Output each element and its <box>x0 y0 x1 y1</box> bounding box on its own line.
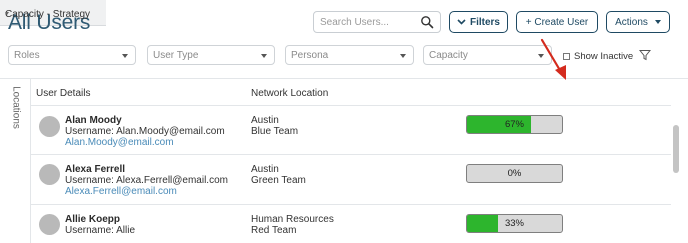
user-email-link[interactable]: Alan.Moody@email.com <box>65 137 174 148</box>
capacity-bar-percent: 67% <box>504 119 524 130</box>
avatar <box>39 164 60 185</box>
avatar <box>39 214 60 235</box>
network-team: Blue Team <box>251 126 299 137</box>
column-header-capacity-label: Capacity - Strategy <box>5 9 91 20</box>
persona-dropdown-label: Persona <box>291 50 329 61</box>
user-username: Username: Alexa.Ferrell@email.com <box>65 175 228 186</box>
user-name[interactable]: Allie Koepp <box>65 214 120 225</box>
filters-button[interactable]: Filters <box>449 11 508 33</box>
locations-tab-label: Locations <box>10 86 22 129</box>
user-username: Username: Alan.Moody@email.com <box>65 126 225 137</box>
locations-tab[interactable]: Locations <box>9 85 23 133</box>
user-email-link[interactable]: Alexa.Ferrell@email.com <box>65 186 177 197</box>
caret-down-icon <box>261 54 267 58</box>
network-location: Austin <box>251 115 279 126</box>
create-user-button[interactable]: + Create User <box>516 11 598 33</box>
avatar <box>39 116 60 137</box>
roles-dropdown[interactable]: Roles <box>8 45 136 65</box>
header-divider <box>0 78 688 79</box>
user-type-dropdown-label: User Type <box>153 50 199 61</box>
search-icon[interactable] <box>420 15 434 29</box>
caret-down-icon <box>654 20 661 24</box>
user-username: Username: Allie <box>65 225 136 236</box>
user-name[interactable]: Alan Moody <box>65 115 122 126</box>
network-team: Red Team <box>251 225 297 236</box>
actions-button-label: Actions <box>615 16 648 28</box>
persona-dropdown[interactable]: Persona <box>285 45 414 65</box>
capacity-bar-percent: 0% <box>507 168 522 179</box>
filter-icon[interactable] <box>639 49 651 61</box>
capacity-dropdown[interactable]: Capacity <box>423 45 552 65</box>
filters-button-label: Filters <box>469 16 500 28</box>
user-type-dropdown[interactable]: User Type <box>147 45 275 65</box>
actions-button[interactable]: Actions <box>606 11 670 33</box>
search-box[interactable] <box>313 11 441 33</box>
network-location: Austin <box>251 164 279 175</box>
scrollbar-thumb[interactable] <box>673 125 679 173</box>
search-input[interactable] <box>320 15 420 30</box>
show-inactive-label: Show Inactive <box>574 51 634 62</box>
chevron-down-icon <box>457 19 466 25</box>
sort-down-icon[interactable] <box>5 12 9 15</box>
create-user-button-label: + Create User <box>525 16 589 28</box>
capacity-bar: 67% <box>466 115 563 134</box>
column-header-network-location[interactable]: Network Location <box>251 88 328 99</box>
caret-down-icon <box>400 54 406 58</box>
caret-down-icon <box>122 54 128 58</box>
network-team: Green Team <box>251 175 306 186</box>
roles-dropdown-label: Roles <box>14 50 40 61</box>
capacity-bar: 33% <box>466 214 563 233</box>
table-row[interactable]: Allie Koepp Username: Allie Human Resour… <box>31 205 667 243</box>
user-name[interactable]: Alexa Ferrell <box>65 164 125 175</box>
table-row[interactable]: Alexa Ferrell Username: Alexa.Ferrell@em… <box>31 155 667 205</box>
capacity-bar: 0% <box>466 164 563 183</box>
annotation-arrow-icon <box>540 38 566 80</box>
capacity-dropdown-label: Capacity <box>429 50 468 61</box>
table-row[interactable]: Alan Moody Username: Alan.Moody@email.co… <box>31 106 667 156</box>
capacity-bar-percent: 33% <box>504 218 524 229</box>
network-location: Human Resources <box>251 214 334 225</box>
column-header-user-details[interactable]: User Details <box>36 88 90 99</box>
